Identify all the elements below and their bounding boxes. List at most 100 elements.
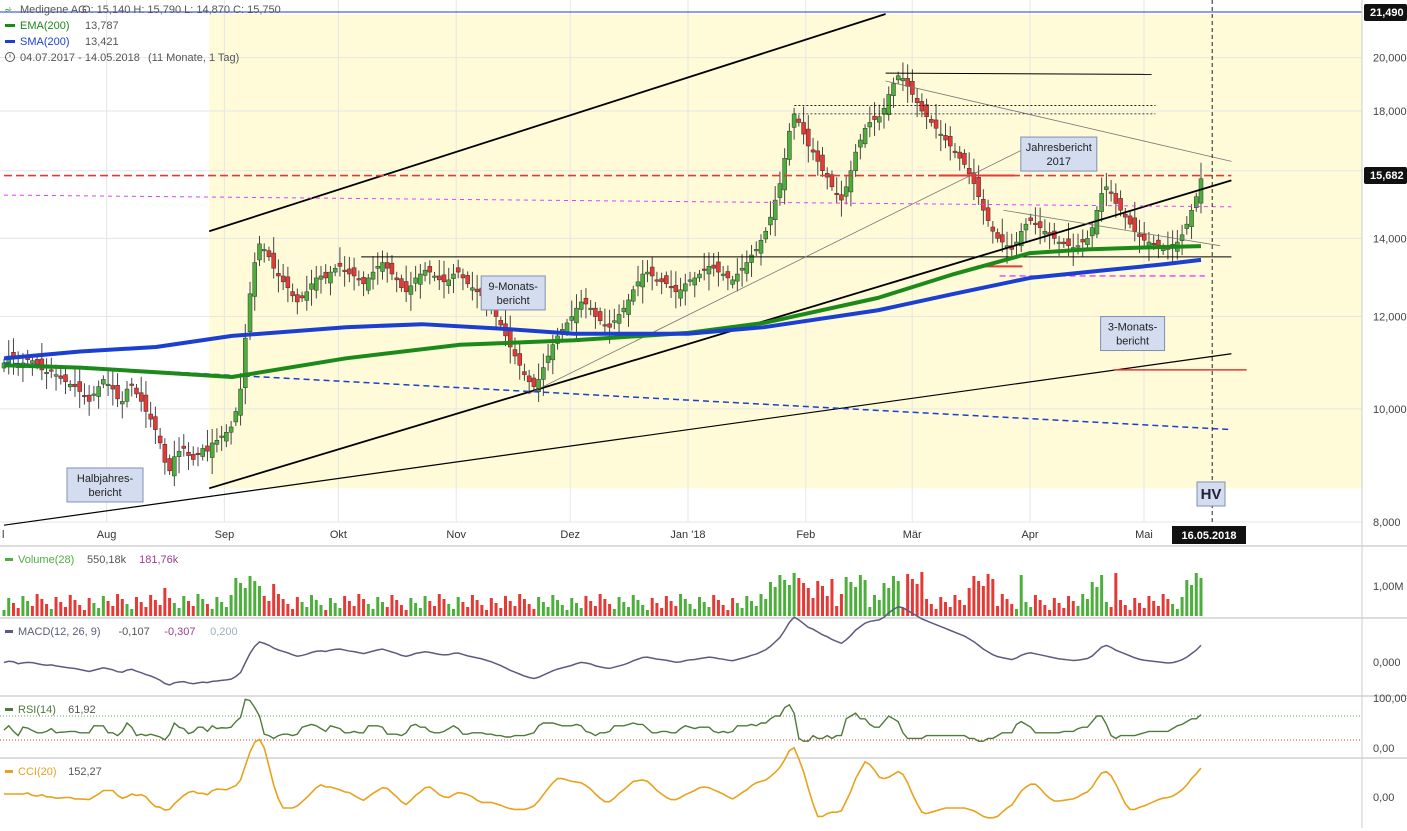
volume-bar <box>329 598 332 616</box>
volume-bar <box>911 579 914 616</box>
candle-body <box>1123 214 1127 217</box>
candle-body <box>362 277 366 283</box>
volume-bar <box>55 597 58 616</box>
price-tag-label: 21,490 <box>1370 7 1404 19</box>
volume-bar <box>509 601 512 616</box>
candle-body <box>1133 218 1137 231</box>
volume-bar <box>996 606 999 616</box>
candle-body <box>456 268 460 272</box>
volume-bar <box>201 599 204 616</box>
volume-bar <box>1152 601 1155 616</box>
pane-tick-label: 0,000 <box>1373 657 1401 669</box>
volume-bar <box>1020 575 1023 616</box>
volume-bar <box>1195 573 1198 616</box>
volume-bar <box>1185 580 1188 616</box>
volume-bar <box>797 578 800 616</box>
candle-body <box>125 389 129 401</box>
volume-bar <box>319 605 322 616</box>
volume-bar <box>1124 605 1127 616</box>
volume-bar <box>679 594 682 616</box>
candle-body <box>433 276 437 278</box>
candle-body <box>953 151 957 153</box>
volume-bar <box>665 596 668 616</box>
x-tick-label: Aug <box>97 529 117 541</box>
volume-bar <box>925 599 928 616</box>
candle-body <box>295 295 299 302</box>
volume-bar <box>130 609 133 616</box>
volume-bar <box>1039 600 1042 616</box>
volume-bar <box>26 601 29 616</box>
candle-body <box>338 263 342 266</box>
volume-bar <box>173 603 176 616</box>
volume-bar <box>495 603 498 616</box>
candle-body <box>693 278 697 285</box>
volume-bar <box>655 603 658 616</box>
candle-body <box>901 78 905 80</box>
pane-value: 152,27 <box>68 766 102 778</box>
candle-body <box>579 302 583 309</box>
candle-body <box>116 385 120 399</box>
pane-title: CCI(20) <box>18 766 57 778</box>
candle-body <box>877 117 881 122</box>
volume-bar <box>575 603 578 616</box>
volume-bar <box>707 607 710 616</box>
candle-body <box>196 453 200 455</box>
volume-bar <box>225 607 228 616</box>
pane-tick-label: 100,00 <box>1373 693 1407 705</box>
volume-bar <box>362 599 365 616</box>
x-tick-label: Sep <box>215 529 235 541</box>
candle-body <box>617 314 621 323</box>
volume-bar <box>547 607 550 616</box>
volume-bar <box>1067 596 1070 616</box>
candle-body <box>546 356 550 363</box>
volume-bar <box>632 595 635 616</box>
volume-bar <box>812 598 815 616</box>
candle-body <box>54 375 58 377</box>
candle-body <box>811 150 815 152</box>
candle-body <box>300 296 304 298</box>
candle-body <box>593 308 597 316</box>
candle-body <box>849 171 853 192</box>
candle-body <box>437 276 441 280</box>
candle-body <box>612 321 616 323</box>
candle-body <box>787 131 791 159</box>
candle-body <box>835 193 839 195</box>
x-tick-label: Mär <box>903 529 922 541</box>
candle-body <box>1000 235 1004 242</box>
candle-body <box>144 395 148 411</box>
volume-bar <box>783 580 786 616</box>
volume-bar <box>864 580 867 616</box>
candle-body <box>234 411 238 421</box>
volume-bar <box>244 588 247 616</box>
volume-bar <box>485 610 488 616</box>
volume-bar <box>126 604 129 616</box>
candle-body <box>1085 238 1089 244</box>
candle-body <box>366 278 370 290</box>
pane-legend-swatch <box>5 558 13 561</box>
candle-body <box>986 208 990 221</box>
volume-bar <box>443 599 446 616</box>
candle-body <box>821 155 825 171</box>
x-tick-label: l <box>2 529 4 541</box>
candle-body <box>267 251 271 257</box>
pane-tick-label: 0,00 <box>1373 792 1394 804</box>
candle-body <box>215 440 219 444</box>
candle-body <box>347 269 351 274</box>
volume-bar <box>968 588 971 616</box>
volume-bar <box>338 608 341 616</box>
volume-bar <box>513 606 516 616</box>
volume-bar <box>433 606 436 616</box>
volume-bar <box>230 595 233 616</box>
volume-bar <box>334 603 337 616</box>
volume-bar <box>357 594 360 616</box>
candle-body <box>120 401 124 404</box>
volume-bar <box>286 604 289 616</box>
candle-body <box>929 119 933 122</box>
volume-bar <box>523 599 526 616</box>
volume-bar <box>1157 606 1160 616</box>
volume-bar <box>59 602 62 616</box>
volume-bar <box>594 606 597 616</box>
volume-bar <box>400 605 403 616</box>
candle-body <box>1024 224 1028 230</box>
volume-bar <box>220 602 223 616</box>
